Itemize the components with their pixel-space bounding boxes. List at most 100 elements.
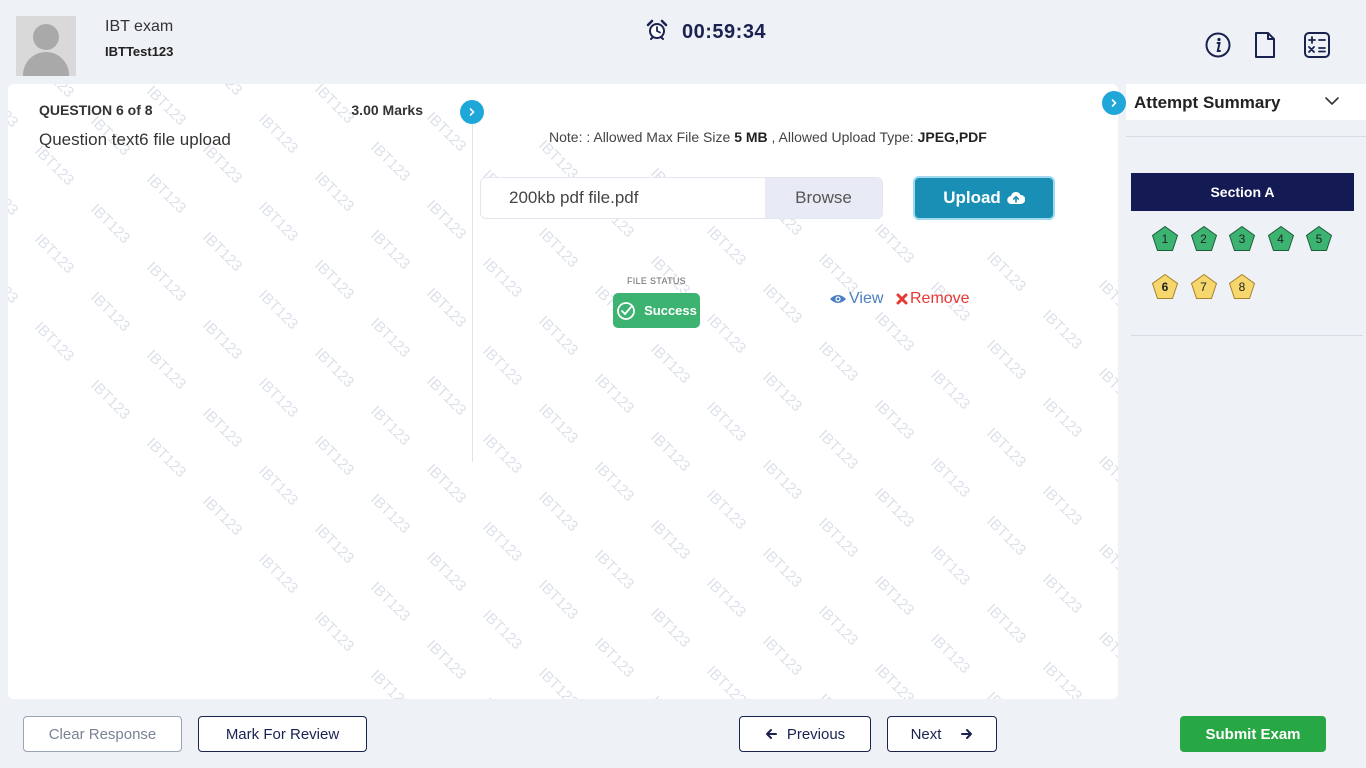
- browse-button[interactable]: Browse: [765, 178, 882, 218]
- watermark-text: IBT123: [1095, 277, 1118, 323]
- watermark-text: IBT123: [983, 249, 1029, 295]
- watermark-text: IBT123: [535, 489, 581, 535]
- question-palette-item-8[interactable]: 8: [1228, 273, 1256, 300]
- question-palette-item-2[interactable]: 2: [1190, 225, 1218, 252]
- remove-file-link[interactable]: Remove: [896, 290, 970, 308]
- question-palette-item-1[interactable]: 1: [1151, 225, 1179, 252]
- watermark-text: IBT123: [983, 337, 1029, 383]
- user-id: IBTTest123: [105, 44, 174, 59]
- question-marks: 3.00 Marks: [351, 102, 423, 118]
- question-palette-item-5[interactable]: 5: [1305, 225, 1333, 252]
- arrow-right-icon: [961, 729, 973, 739]
- watermark-text: IBT123: [479, 255, 525, 301]
- exam-name: IBT exam: [105, 18, 174, 35]
- watermark-text: IBT123: [367, 667, 413, 699]
- question-number: 3: [1238, 232, 1246, 246]
- watermark-text: IBT123: [647, 341, 693, 387]
- watermark-text: IBT123: [535, 313, 581, 359]
- upload-note: Note: : Allowed Max File Size 5 MB , All…: [549, 129, 987, 145]
- watermark-text: IBT123: [479, 519, 525, 565]
- watermark-text: IBT123: [1095, 365, 1118, 411]
- watermark-text: IBT123: [1039, 571, 1085, 617]
- question-palette-item-7[interactable]: 7: [1190, 273, 1218, 300]
- question-palette-item-6[interactable]: 6: [1151, 273, 1179, 300]
- watermark-text: IBT123: [871, 661, 917, 699]
- attempt-summary-title: Attempt Summary: [1134, 93, 1281, 112]
- watermark-text: IBT123: [8, 85, 21, 131]
- watermark-text: IBT123: [423, 549, 469, 595]
- watermark-text: IBT123: [423, 197, 469, 243]
- question-palette-item-3[interactable]: 3: [1228, 225, 1256, 252]
- info-icon[interactable]: [1203, 30, 1233, 60]
- watermark-text: IBT123: [199, 84, 245, 99]
- section-header[interactable]: Section A: [1131, 173, 1354, 211]
- watermark-text: IBT123: [255, 199, 301, 245]
- chevron-down-icon[interactable]: [1324, 93, 1340, 114]
- watermark-text: IBT123: [703, 663, 749, 699]
- watermark-text: IBT123: [759, 457, 805, 503]
- watermark-text: IBT123: [703, 575, 749, 621]
- watermark-text: IBT123: [759, 281, 805, 327]
- alarm-clock-icon: [646, 19, 668, 46]
- watermark-text: IBT123: [143, 171, 189, 217]
- watermark-text: IBT123: [479, 607, 525, 653]
- question-palette-item-4[interactable]: 4: [1267, 225, 1295, 252]
- watermark-text: IBT123: [535, 401, 581, 447]
- upload-label: Upload: [943, 188, 1001, 207]
- watermark-text: IBT123: [1039, 659, 1085, 699]
- watermark-text: IBT123: [8, 261, 21, 307]
- watermark-text: IBT123: [647, 693, 693, 699]
- watermark-text: IBT123: [535, 665, 581, 699]
- watermark-text: IBT123: [1039, 307, 1085, 353]
- watermark-text: IBT123: [1095, 541, 1118, 587]
- file-input[interactable]: 200kb pdf file.pdf Browse: [480, 177, 883, 219]
- file-name-field[interactable]: 200kb pdf file.pdf: [481, 178, 765, 218]
- previous-button[interactable]: Previous: [739, 716, 871, 752]
- note-mid: , Allowed Upload Type:: [767, 129, 918, 145]
- document-icon[interactable]: [1250, 30, 1280, 60]
- watermark-text: IBT123: [703, 399, 749, 445]
- watermark-text: IBT123: [479, 343, 525, 389]
- question-number: 7: [1200, 280, 1207, 294]
- cloud-upload-icon: [1007, 191, 1025, 205]
- watermark-text: IBT123: [535, 577, 581, 623]
- question-number: 5: [1315, 232, 1323, 246]
- watermark-text: IBT123: [31, 231, 77, 277]
- arrow-left-icon: [765, 729, 777, 739]
- watermark-text: IBT123: [647, 605, 693, 651]
- watermark-text: IBT123: [311, 257, 357, 303]
- watermark-text: IBT123: [983, 425, 1029, 471]
- collapse-question-button[interactable]: [460, 100, 484, 124]
- chevron-right-icon: [1111, 99, 1117, 107]
- calculator-icon[interactable]: [1302, 30, 1332, 60]
- clear-response-button[interactable]: Clear Response: [23, 716, 182, 752]
- status-badge: Success: [613, 293, 700, 328]
- watermark-text: IBT123: [983, 513, 1029, 559]
- watermark-text: IBT123: [367, 403, 413, 449]
- attempt-summary-header[interactable]: Attempt Summary: [1126, 84, 1366, 120]
- watermark-text: IBT123: [479, 431, 525, 477]
- eye-icon: [830, 295, 846, 303]
- next-button[interactable]: Next: [887, 716, 997, 752]
- watermark-text: IBT123: [423, 461, 469, 507]
- timer: 00:59:34: [646, 18, 766, 46]
- collapse-summary-button[interactable]: [1102, 91, 1126, 115]
- watermark-text: IBT123: [927, 367, 973, 413]
- watermark-text: IBT123: [143, 347, 189, 393]
- watermark-text: IBT123: [311, 433, 357, 479]
- submit-exam-button[interactable]: Submit Exam: [1180, 716, 1326, 752]
- check-circle-icon: [617, 301, 636, 320]
- watermark-text: IBT123: [1095, 453, 1118, 499]
- header: IBT exam IBTTest123 00:59:34: [0, 0, 1366, 84]
- chevron-right-icon: [469, 108, 475, 116]
- watermark-text: IBT123: [1039, 483, 1085, 529]
- watermark-text: IBT123: [479, 695, 525, 699]
- view-file-link[interactable]: View: [829, 290, 883, 308]
- watermark-text: IBT123: [871, 221, 917, 267]
- mark-for-review-button[interactable]: Mark For Review: [198, 716, 367, 752]
- summary-divider: [1126, 136, 1366, 137]
- watermark-text: IBT123: [871, 485, 917, 531]
- avatar: [16, 16, 76, 76]
- upload-button[interactable]: Upload: [913, 176, 1055, 220]
- watermark-text: IBT123: [703, 487, 749, 533]
